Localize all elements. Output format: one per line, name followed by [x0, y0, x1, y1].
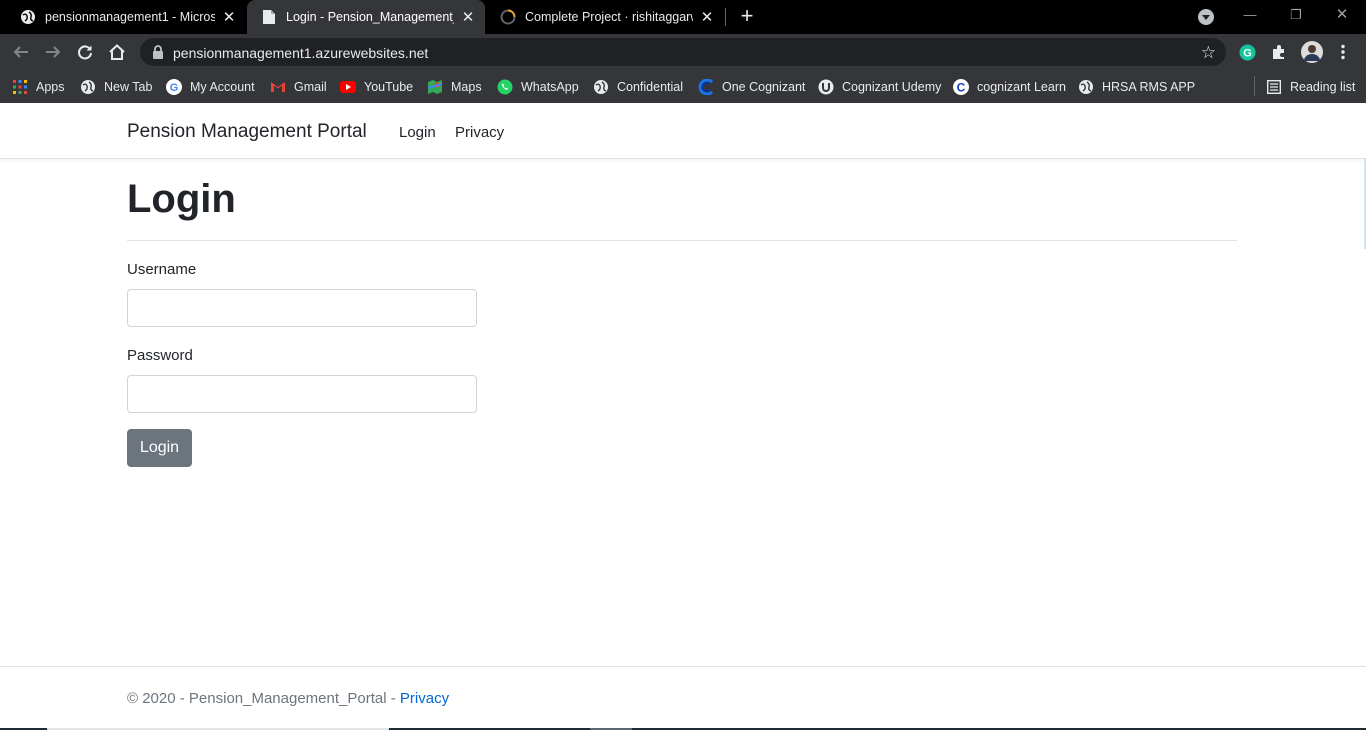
footer-text: © 2020 - Pension_Management_Portal - Pri…	[127, 690, 449, 707]
udemy-icon	[818, 79, 834, 95]
password-input[interactable]	[127, 375, 477, 413]
bookmarks-bar: Apps New Tab G My Account Gmail YouTube …	[0, 70, 1366, 103]
url-text: pensionmanagement1.azurewebsites.net	[173, 45, 429, 61]
username-label: Username	[127, 261, 197, 278]
gmail-icon	[270, 79, 286, 95]
close-tab-icon[interactable]: ✕	[221, 9, 237, 26]
lock-icon[interactable]	[152, 45, 164, 59]
svg-text:C: C	[957, 81, 966, 95]
bookmark-label: cognizant Learn	[977, 80, 1066, 94]
bookmark-star-icon[interactable]: ☆	[1201, 43, 1216, 63]
extensions-puzzle-icon[interactable]	[1270, 43, 1288, 61]
bookmark-gmail[interactable]: Gmail	[270, 76, 327, 98]
bookmark-label: WhatsApp	[521, 80, 579, 94]
bookmark-label: New Tab	[104, 80, 153, 94]
svg-text:G: G	[1243, 47, 1252, 59]
bookmark-label: YouTube	[364, 80, 414, 94]
site-footer: © 2020 - Pension_Management_Portal - Pri…	[0, 666, 1366, 730]
bookmark-hrsa-rms-app[interactable]: HRSA RMS APP	[1078, 76, 1195, 98]
bookmark-apps[interactable]: Apps	[12, 76, 65, 98]
bookmark-label: Cognizant Udemy	[842, 80, 942, 94]
bookmark-my-account[interactable]: G My Account	[166, 76, 255, 98]
username-input[interactable]	[127, 289, 477, 327]
login-submit-button[interactable]: Login	[127, 429, 192, 467]
nav-privacy-link[interactable]: Privacy	[455, 124, 504, 141]
google-icon: G	[166, 79, 182, 95]
bookmark-whatsapp[interactable]: WhatsApp	[497, 76, 579, 98]
home-icon[interactable]	[105, 40, 129, 64]
document-icon	[261, 9, 277, 25]
tab-login-active[interactable]: Login - Pension_Management_Portal ✕	[247, 0, 485, 34]
bookmark-label: Confidential	[617, 80, 684, 94]
tab-title: Login - Pension_Management_Portal	[286, 10, 454, 24]
tab-title: Complete Project · rishitaggarwal	[525, 10, 693, 24]
bookmark-new-tab[interactable]: New Tab	[80, 76, 152, 98]
browser-tab-strip: pensionmanagement1 - Microsoft Azure ✕ L…	[0, 0, 1366, 34]
nav-login-link[interactable]: Login	[399, 124, 436, 141]
minimize-icon[interactable]: —	[1227, 4, 1273, 26]
close-window-icon[interactable]: ✕	[1319, 4, 1365, 26]
apps-grid-icon	[12, 79, 28, 95]
maps-icon	[427, 79, 443, 95]
reading-list-icon	[1266, 79, 1282, 95]
youtube-icon	[340, 79, 356, 95]
whatsapp-icon	[497, 79, 513, 95]
forward-icon[interactable]	[41, 40, 65, 64]
address-bar[interactable]: pensionmanagement1.azurewebsites.net ☆	[140, 38, 1226, 66]
site-brand-link[interactable]: Pension Management Portal	[127, 121, 367, 143]
tab-title: pensionmanagement1 - Microsoft Azure	[45, 10, 215, 24]
bookmark-label: Maps	[451, 80, 482, 94]
footer-privacy-link[interactable]: Privacy	[400, 690, 449, 707]
web-page: Pension Management Portal Login Privacy …	[0, 103, 1366, 730]
reload-icon[interactable]	[73, 40, 97, 64]
restore-icon[interactable]: ❐	[1273, 4, 1319, 26]
browser-menu-icon[interactable]	[1334, 43, 1352, 61]
close-tab-icon[interactable]: ✕	[460, 9, 476, 26]
profile-avatar-icon[interactable]	[1301, 41, 1323, 63]
bookmark-label: Apps	[36, 80, 65, 94]
globe-icon	[1078, 79, 1094, 95]
bookmark-label: HRSA RMS APP	[1102, 80, 1196, 94]
reading-list-label: Reading list	[1290, 80, 1356, 94]
globe-icon	[20, 9, 36, 25]
svg-text:G: G	[170, 82, 179, 94]
site-navbar: Pension Management Portal Login Privacy	[0, 103, 1366, 159]
bookmark-label: One Cognizant	[722, 80, 806, 94]
bookmark-maps[interactable]: Maps	[427, 76, 482, 98]
bookmark-label: Gmail	[294, 80, 327, 94]
tab-azure[interactable]: pensionmanagement1 - Microsoft Azure ✕	[6, 0, 246, 34]
tab-github[interactable]: Complete Project · rishitaggarwal ✕	[486, 0, 724, 34]
bookmark-label: My Account	[190, 80, 255, 94]
bookmark-one-cognizant[interactable]: One Cognizant	[698, 76, 805, 98]
browser-toolbar: pensionmanagement1.azurewebsites.net ☆ G	[0, 34, 1366, 70]
bookmark-cognizant-learn[interactable]: C cognizant Learn	[953, 76, 1066, 98]
reading-list-button[interactable]: Reading list	[1266, 76, 1355, 98]
new-tab-button[interactable]: +	[736, 5, 758, 28]
close-tab-icon[interactable]: ✕	[699, 9, 715, 26]
password-label: Password	[127, 347, 193, 364]
footer-copyright: © 2020 - Pension_Management_Portal -	[127, 690, 400, 707]
bookmark-confidential[interactable]: Confidential	[593, 76, 683, 98]
bookmark-cognizant-udemy[interactable]: Cognizant Udemy	[818, 76, 941, 98]
page-title: Login	[127, 177, 236, 221]
bookmarks-separator	[1254, 76, 1255, 96]
heading-divider	[127, 240, 1237, 241]
grammarly-icon[interactable]: G	[1238, 43, 1256, 61]
back-icon[interactable]	[9, 40, 33, 64]
bookmark-youtube[interactable]: YouTube	[340, 76, 413, 98]
globe-icon	[593, 79, 609, 95]
cognizant-icon	[698, 79, 714, 95]
cognizant-c-icon: C	[953, 79, 969, 95]
tab-search-icon[interactable]	[1198, 9, 1214, 25]
globe-icon	[80, 79, 96, 95]
github-icon	[500, 9, 516, 25]
tab-separator	[725, 8, 726, 26]
